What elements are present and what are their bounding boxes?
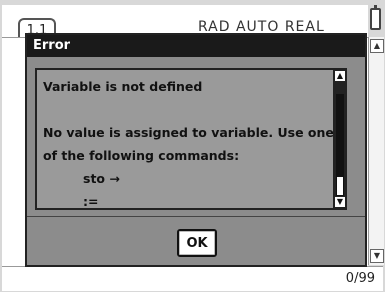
error-dialog: Error Variable is not defined No value i… xyxy=(25,33,367,267)
message-line: of the following commands: xyxy=(43,148,240,163)
message-heading: Variable is not defined xyxy=(43,79,203,94)
scroll-down-icon[interactable]: ▼ xyxy=(334,196,346,208)
scroll-up-icon[interactable]: ▲ xyxy=(370,39,384,53)
command-sto: sto → xyxy=(83,171,120,186)
command-assign: := xyxy=(83,194,99,209)
entry-count: 0/99 xyxy=(345,271,375,286)
scrollbar-thumb[interactable] xyxy=(336,94,344,176)
battery-icon xyxy=(370,5,381,30)
scroll-up-icon[interactable]: ▲ xyxy=(334,70,346,82)
status-bar: 0/99 xyxy=(2,266,383,291)
message-line: No value is assigned to variable. Use on… xyxy=(43,125,334,140)
message-scrollbar[interactable]: ▲ ▼ xyxy=(333,68,347,210)
dialog-divider xyxy=(27,216,365,217)
dialog-title: Error xyxy=(33,38,71,53)
scroll-down-icon[interactable]: ▼ xyxy=(370,249,384,263)
ok-button[interactable]: OK xyxy=(177,229,217,257)
message-spacer xyxy=(43,98,327,121)
message-text: Variable is not defined No value is assi… xyxy=(43,75,334,213)
message-box: Variable is not defined No value is assi… xyxy=(35,68,347,210)
scrollbar-remaining[interactable] xyxy=(336,176,344,196)
document-scrollbar[interactable]: ▲ ▼ xyxy=(368,37,384,265)
dialog-titlebar: Error xyxy=(27,35,365,57)
